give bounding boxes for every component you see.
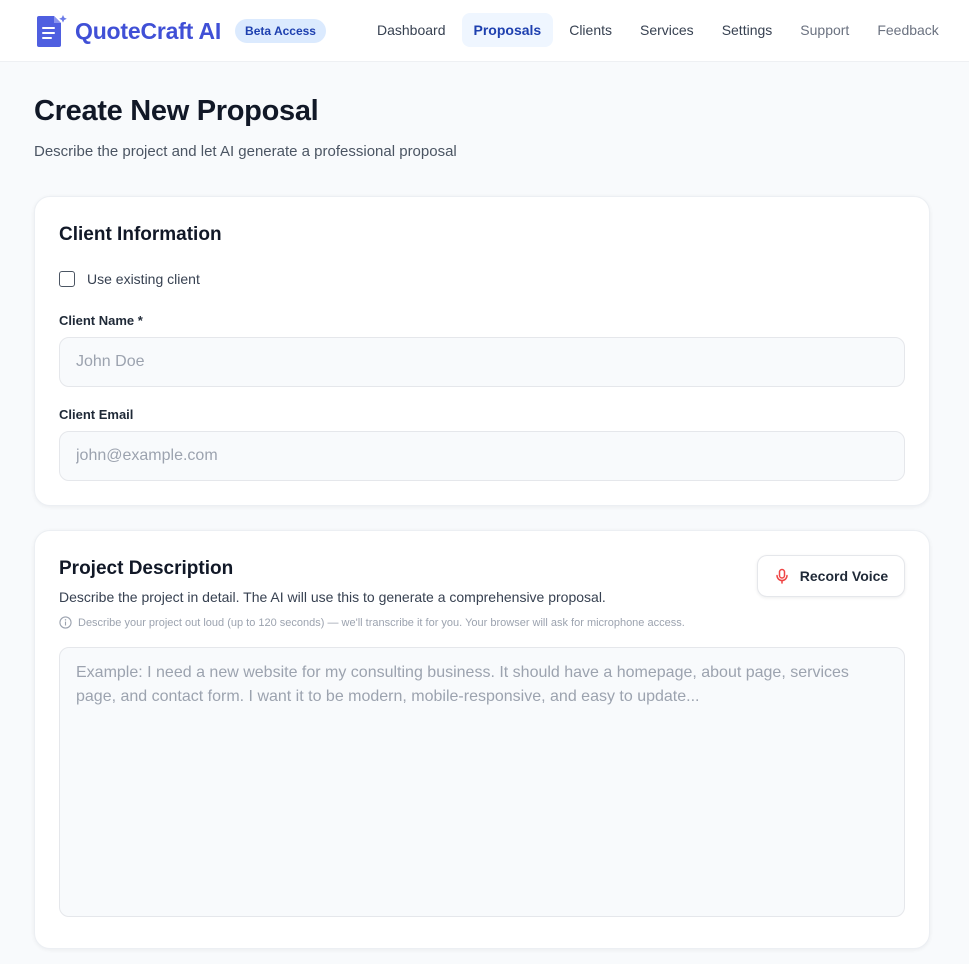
record-voice-button[interactable]: Record Voice [757,555,905,597]
nav-item-settings[interactable]: Settings [710,13,785,47]
nav-item-dashboard[interactable]: Dashboard [365,13,458,47]
brand[interactable]: QuoteCraft AI Beta Access [36,14,326,48]
voice-hint: Describe your project out loud (up to 12… [59,616,685,629]
checkbox-box[interactable] [59,271,75,287]
project-description-card: Project Description Describe the project… [34,530,930,949]
top-navigation-bar: QuoteCraft AI Beta Access Dashboard Prop… [0,0,969,62]
nav-item-feedback[interactable]: Feedback [865,13,950,47]
project-description-textarea[interactable] [59,647,905,917]
project-description-text: Describe the project in detail. The AI w… [59,589,606,605]
page-subtitle: Describe the project and let AI generate… [34,143,457,160]
brand-name: QuoteCraft AI [75,17,222,44]
microphone-icon [776,568,788,584]
document-icon [37,15,67,47]
info-icon [59,616,72,629]
client-email-label: Client Email [59,407,134,422]
voice-hint-text: Describe your project out loud (up to 12… [78,616,685,629]
record-voice-label: Record Voice [799,568,889,584]
client-name-input[interactable] [59,337,905,387]
use-existing-client-label: Use existing client [87,271,200,287]
client-information-title: Client Information [59,224,222,245]
client-information-card: Client Information Use existing client C… [34,196,930,506]
client-name-label: Client Name * [59,313,143,328]
main-nav: Dashboard Proposals Clients Services Set… [365,13,955,47]
nav-item-clients[interactable]: Clients [557,13,624,47]
page-title: Create New Proposal [34,95,319,127]
project-description-title: Project Description [59,558,234,579]
nav-item-services[interactable]: Services [628,13,706,47]
nav-item-proposals[interactable]: Proposals [461,13,554,47]
beta-badge: Beta Access [235,19,326,43]
use-existing-client-checkbox[interactable]: Use existing client [59,271,200,287]
nav-item-support[interactable]: Support [788,13,861,47]
client-email-input[interactable] [59,431,905,481]
